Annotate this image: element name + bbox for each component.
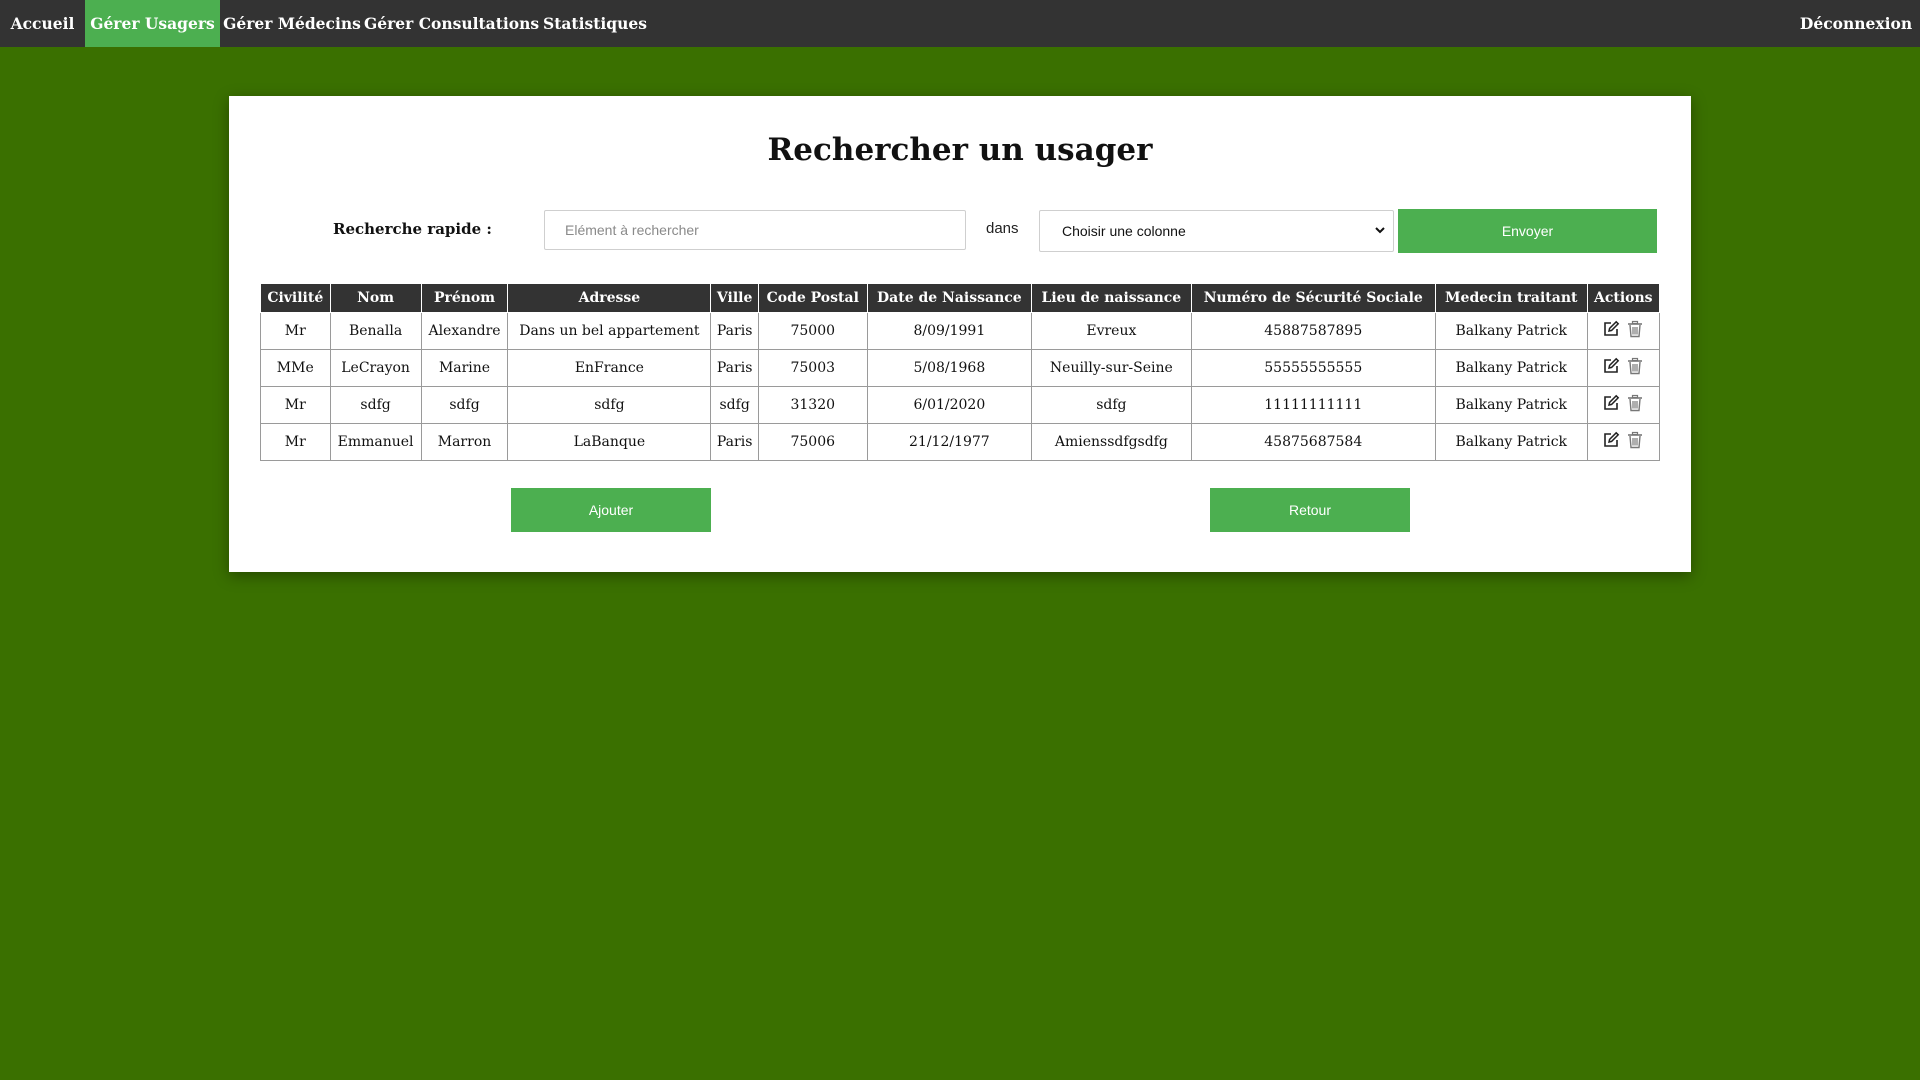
cell-actions	[1586, 312, 1661, 350]
edit-icon[interactable]	[1602, 431, 1620, 453]
trash-icon[interactable]	[1626, 357, 1644, 379]
cell-date-naissance: 6/01/2020	[866, 386, 1033, 424]
column-select[interactable]: Choisir une colonne	[1039, 210, 1394, 252]
cell-prenom: sdfg	[420, 386, 509, 424]
table-row: Mr Emmanuel Marron LaBanque Paris 75006 21/12/…	[260, 423, 1661, 461]
cell-nom: Emmanuel	[329, 423, 422, 461]
cell-lieu-naissance: Evreux	[1031, 312, 1192, 350]
col-actions: Actions	[1586, 283, 1661, 313]
cell-civilite: MMe	[260, 349, 331, 387]
cell-code-postal: 75006	[757, 423, 868, 461]
col-medecin: Medecin traitant	[1434, 283, 1588, 313]
col-secu: Numéro de Sécurité Sociale	[1190, 283, 1436, 313]
edit-icon[interactable]	[1602, 357, 1620, 379]
cell-lieu-naissance: Amienssdfgsdfg	[1031, 423, 1192, 461]
cell-adresse: EnFrance	[507, 349, 712, 387]
table-row: Mr sdfg sdfg sdfg sdfg 31320 6/01/2020 sdfg 1111…	[260, 386, 1661, 424]
cell-date-naissance: 21/12/1977	[866, 423, 1033, 461]
trash-icon[interactable]	[1626, 320, 1644, 342]
back-button[interactable]: Retour	[1210, 488, 1410, 532]
usagers-table: Civilité Nom Prénom Adresse Ville Code P…	[260, 283, 1661, 461]
cell-secu: 55555555555	[1190, 349, 1436, 387]
search-input[interactable]	[544, 210, 966, 250]
cell-ville: sdfg	[710, 386, 759, 424]
cell-secu: 11111111111	[1190, 386, 1436, 424]
col-adresse: Adresse	[507, 283, 712, 313]
cell-actions	[1586, 386, 1661, 424]
col-nom: Nom	[329, 283, 422, 313]
cell-medecin: Balkany Patrick	[1434, 349, 1588, 387]
cell-actions	[1586, 423, 1661, 461]
col-civilite: Civilité	[260, 283, 331, 313]
cell-prenom: Marine	[420, 349, 509, 387]
cell-prenom: Alexandre	[420, 312, 509, 350]
table-row: Mr Benalla Alexandre Dans un bel appartemen…	[260, 312, 1661, 350]
search-label: Recherche rapide :	[333, 220, 492, 238]
cell-actions	[1586, 349, 1661, 387]
cell-ville: Paris	[710, 349, 759, 387]
cell-ville: Paris	[710, 423, 759, 461]
cell-medecin: Balkany Patrick	[1434, 312, 1588, 350]
col-prenom: Prénom	[420, 283, 509, 313]
col-ville: Ville	[710, 283, 759, 313]
cell-nom: sdfg	[329, 386, 422, 424]
top-navbar: Accueil Gérer Usagers Gérer Médecins Gér…	[0, 0, 1920, 47]
cell-date-naissance: 5/08/1968	[866, 349, 1033, 387]
cell-date-naissance: 8/09/1991	[866, 312, 1033, 350]
col-lieu-naissance: Lieu de naissance	[1031, 283, 1192, 313]
cell-adresse: Dans un bel appartement	[507, 312, 712, 350]
edit-icon[interactable]	[1602, 394, 1620, 416]
cell-code-postal: 75000	[757, 312, 868, 350]
cell-prenom: Marron	[420, 423, 509, 461]
cell-civilite: Mr	[260, 386, 331, 424]
add-button[interactable]: Ajouter	[511, 488, 711, 532]
table-body: Mr Benalla Alexandre Dans un bel appartemen…	[260, 312, 1661, 461]
chevron-down-icon	[1375, 211, 1385, 267]
cell-civilite: Mr	[260, 312, 331, 350]
cell-code-postal: 75003	[757, 349, 868, 387]
in-label: dans	[986, 220, 1019, 237]
submit-button[interactable]: Envoyer	[1398, 209, 1657, 253]
cell-code-postal: 31320	[757, 386, 868, 424]
column-select-value: Choisir une colonne	[1062, 223, 1186, 239]
col-code-postal: Code Postal	[757, 283, 868, 313]
cell-adresse: LaBanque	[507, 423, 712, 461]
cell-secu: 45887587895	[1190, 312, 1436, 350]
logout-link[interactable]: Déconnexion	[1792, 0, 1920, 47]
cell-lieu-naissance: Neuilly-sur-Seine	[1031, 349, 1192, 387]
nav-gerer-medecins[interactable]: Gérer Médecins	[220, 0, 364, 47]
trash-icon[interactable]	[1626, 431, 1644, 453]
trash-icon[interactable]	[1626, 394, 1644, 416]
cell-medecin: Balkany Patrick	[1434, 423, 1588, 461]
cell-civilite: Mr	[260, 423, 331, 461]
cell-medecin: Balkany Patrick	[1434, 386, 1588, 424]
cell-lieu-naissance: sdfg	[1031, 386, 1192, 424]
nav-statistiques[interactable]: Statistiques	[539, 0, 651, 47]
cell-secu: 45875687584	[1190, 423, 1436, 461]
cell-adresse: sdfg	[507, 386, 712, 424]
cell-nom: Benalla	[329, 312, 422, 350]
nav-gerer-consultations[interactable]: Gérer Consultations	[364, 0, 539, 47]
nav-accueil[interactable]: Accueil	[0, 0, 85, 47]
nav-gerer-usagers[interactable]: Gérer Usagers	[85, 0, 220, 47]
edit-icon[interactable]	[1602, 320, 1620, 342]
table-header-row: Civilité Nom Prénom Adresse Ville Code P…	[260, 283, 1661, 313]
cell-nom: LeCrayon	[329, 349, 422, 387]
col-date-naissance: Date de Naissance	[866, 283, 1033, 313]
table-row: MMe LeCrayon Marine EnFrance Paris 75003 5/08/…	[260, 349, 1661, 387]
search-card: Rechercher un usager Recherche rapide : …	[229, 96, 1691, 572]
cell-ville: Paris	[710, 312, 759, 350]
page-title: Rechercher un usager	[767, 132, 1153, 168]
